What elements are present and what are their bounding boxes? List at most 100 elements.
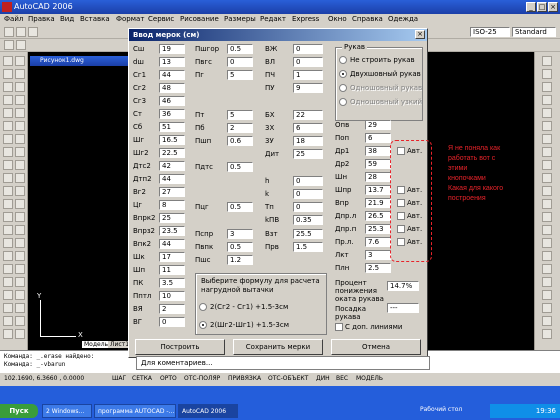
status-toggle[interactable]: ВЕС <box>336 375 348 382</box>
measure-field[interactable]: 2 <box>159 304 185 314</box>
layer-icon[interactable] <box>4 40 14 50</box>
save-measurements-button[interactable]: Сохранить мерки <box>233 339 323 355</box>
modify-tool-icon[interactable] <box>542 316 552 326</box>
draw-tool-icon[interactable] <box>3 277 13 287</box>
param-field[interactable]: 0.35 <box>293 215 323 225</box>
measure-field[interactable]: 17 <box>159 252 185 262</box>
measure-field[interactable]: 3.5 <box>159 278 185 288</box>
draw-tool-icon[interactable] <box>15 316 25 326</box>
modify-tool-icon[interactable] <box>542 173 552 183</box>
tab-model[interactable]: Модель <box>82 341 111 348</box>
draw-tool-icon[interactable] <box>3 303 13 313</box>
measure-field[interactable]: 44 <box>159 174 185 184</box>
draw-tool-icon[interactable] <box>15 238 25 248</box>
measure-field[interactable]: 8 <box>159 200 185 210</box>
draw-tool-icon[interactable] <box>3 108 13 118</box>
draw-tool-icon[interactable] <box>15 160 25 170</box>
modify-tool-icon[interactable] <box>542 121 552 131</box>
allowance-field[interactable]: 0.5 <box>227 162 253 172</box>
modify-tool-icon[interactable] <box>542 225 552 235</box>
draw-tool-icon[interactable] <box>15 303 25 313</box>
formula-radio[interactable] <box>199 303 207 311</box>
task-autocad[interactable]: AutoCAD 2006 <box>178 404 238 418</box>
measure-field[interactable]: 27 <box>159 187 185 197</box>
status-toggle[interactable]: МОДЕЛЬ <box>356 375 383 382</box>
sleeve-measure-field[interactable]: 28 <box>365 172 391 182</box>
sleeve-measure-field[interactable]: 38 <box>365 146 391 156</box>
draw-tool-icon[interactable] <box>15 56 25 66</box>
modify-tool-icon[interactable] <box>542 303 552 313</box>
draw-tool-icon[interactable] <box>15 108 25 118</box>
measure-field[interactable]: 16.5 <box>159 135 185 145</box>
sleeve-measure-field[interactable]: 7.6 <box>365 237 391 247</box>
status-toggle[interactable]: ОРТО <box>160 375 177 382</box>
draw-tool-icon[interactable] <box>15 199 25 209</box>
draw-tool-icon[interactable] <box>15 277 25 287</box>
menu-item[interactable]: Окно <box>328 15 347 23</box>
measure-field[interactable]: 0 <box>159 317 185 327</box>
draw-tool-icon[interactable] <box>15 329 25 339</box>
allowance-field[interactable]: 2 <box>227 123 253 133</box>
sleeve-measure-field[interactable]: 29 <box>365 120 391 130</box>
measure-field[interactable]: 19 <box>159 44 185 54</box>
comment-field[interactable]: Для коментариев... <box>136 356 430 370</box>
draw-tool-icon[interactable] <box>15 95 25 105</box>
menu-item[interactable]: Вид <box>60 15 74 23</box>
draw-tool-icon[interactable] <box>15 251 25 261</box>
sleeve-measure-field[interactable]: 26.5 <box>365 211 391 221</box>
draw-tool-icon[interactable] <box>3 225 13 235</box>
modify-tool-icon[interactable] <box>542 82 552 92</box>
measure-field[interactable]: 51 <box>159 122 185 132</box>
sleeve-measure-field[interactable]: 21.9 <box>365 198 391 208</box>
modify-tool-icon[interactable] <box>542 160 552 170</box>
allowance-field[interactable]: 0.5 <box>227 202 253 212</box>
allowance-field[interactable]: 5 <box>227 70 253 80</box>
sleeve-radio[interactable] <box>339 84 347 92</box>
sleeve-radio[interactable] <box>339 56 347 64</box>
sleeve-measure-field[interactable]: 59 <box>365 159 391 169</box>
menu-item[interactable]: Рисование <box>180 15 219 23</box>
dialog-close-button[interactable]: × <box>415 30 425 39</box>
sleeve-measure-field[interactable]: 13.7 <box>365 185 391 195</box>
measure-field[interactable]: 23.5 <box>159 226 185 236</box>
measure-field[interactable]: 42 <box>159 161 185 171</box>
modify-tool-icon[interactable] <box>542 251 552 261</box>
textstyle-combo[interactable]: Standard <box>512 27 556 37</box>
param-field[interactable]: 22 <box>293 110 323 120</box>
draw-tool-icon[interactable] <box>3 121 13 131</box>
draw-tool-icon[interactable] <box>3 173 13 183</box>
draw-tool-icon[interactable] <box>3 69 13 79</box>
menu-item[interactable]: Express <box>292 15 319 23</box>
modify-tool-icon[interactable] <box>542 290 552 300</box>
allowance-field[interactable]: 0.6 <box>227 136 253 146</box>
sleeve-radio[interactable] <box>339 98 347 106</box>
draw-tool-icon[interactable] <box>15 186 25 196</box>
menu-item[interactable]: Файл <box>4 15 23 23</box>
allowance-field[interactable]: 5 <box>227 110 253 120</box>
menu-item[interactable]: Правка <box>28 15 55 23</box>
modify-tool-icon[interactable] <box>542 277 552 287</box>
param-field[interactable]: 1 <box>293 70 323 80</box>
sleeve-measure-field[interactable]: 25.3 <box>365 224 391 234</box>
measure-field[interactable]: 11 <box>159 265 185 275</box>
minimize-button[interactable]: _ <box>526 2 536 12</box>
sleeve-radio[interactable] <box>339 70 347 78</box>
measure-field[interactable]: 48 <box>159 83 185 93</box>
draw-tool-icon[interactable] <box>3 147 13 157</box>
percent-field[interactable]: 14.7% <box>387 281 419 291</box>
start-button[interactable]: Пуск <box>0 404 38 418</box>
cancel-button[interactable]: Отмена <box>331 339 421 355</box>
draw-tool-icon[interactable] <box>3 199 13 209</box>
draw-tool-icon[interactable] <box>3 238 13 248</box>
bulb-icon[interactable] <box>16 40 26 50</box>
draw-tool-icon[interactable] <box>3 212 13 222</box>
draw-tool-icon[interactable] <box>3 316 13 326</box>
desktop-label[interactable]: Рабочий стол <box>420 406 462 413</box>
draw-tool-icon[interactable] <box>15 121 25 131</box>
measure-field[interactable]: 46 <box>159 96 185 106</box>
param-field[interactable]: 1.5 <box>293 242 323 252</box>
draw-tool-icon[interactable] <box>3 95 13 105</box>
modify-tool-icon[interactable] <box>542 69 552 79</box>
draw-tool-icon[interactable] <box>15 173 25 183</box>
task-windows[interactable]: 2 Windows... <box>42 404 92 418</box>
